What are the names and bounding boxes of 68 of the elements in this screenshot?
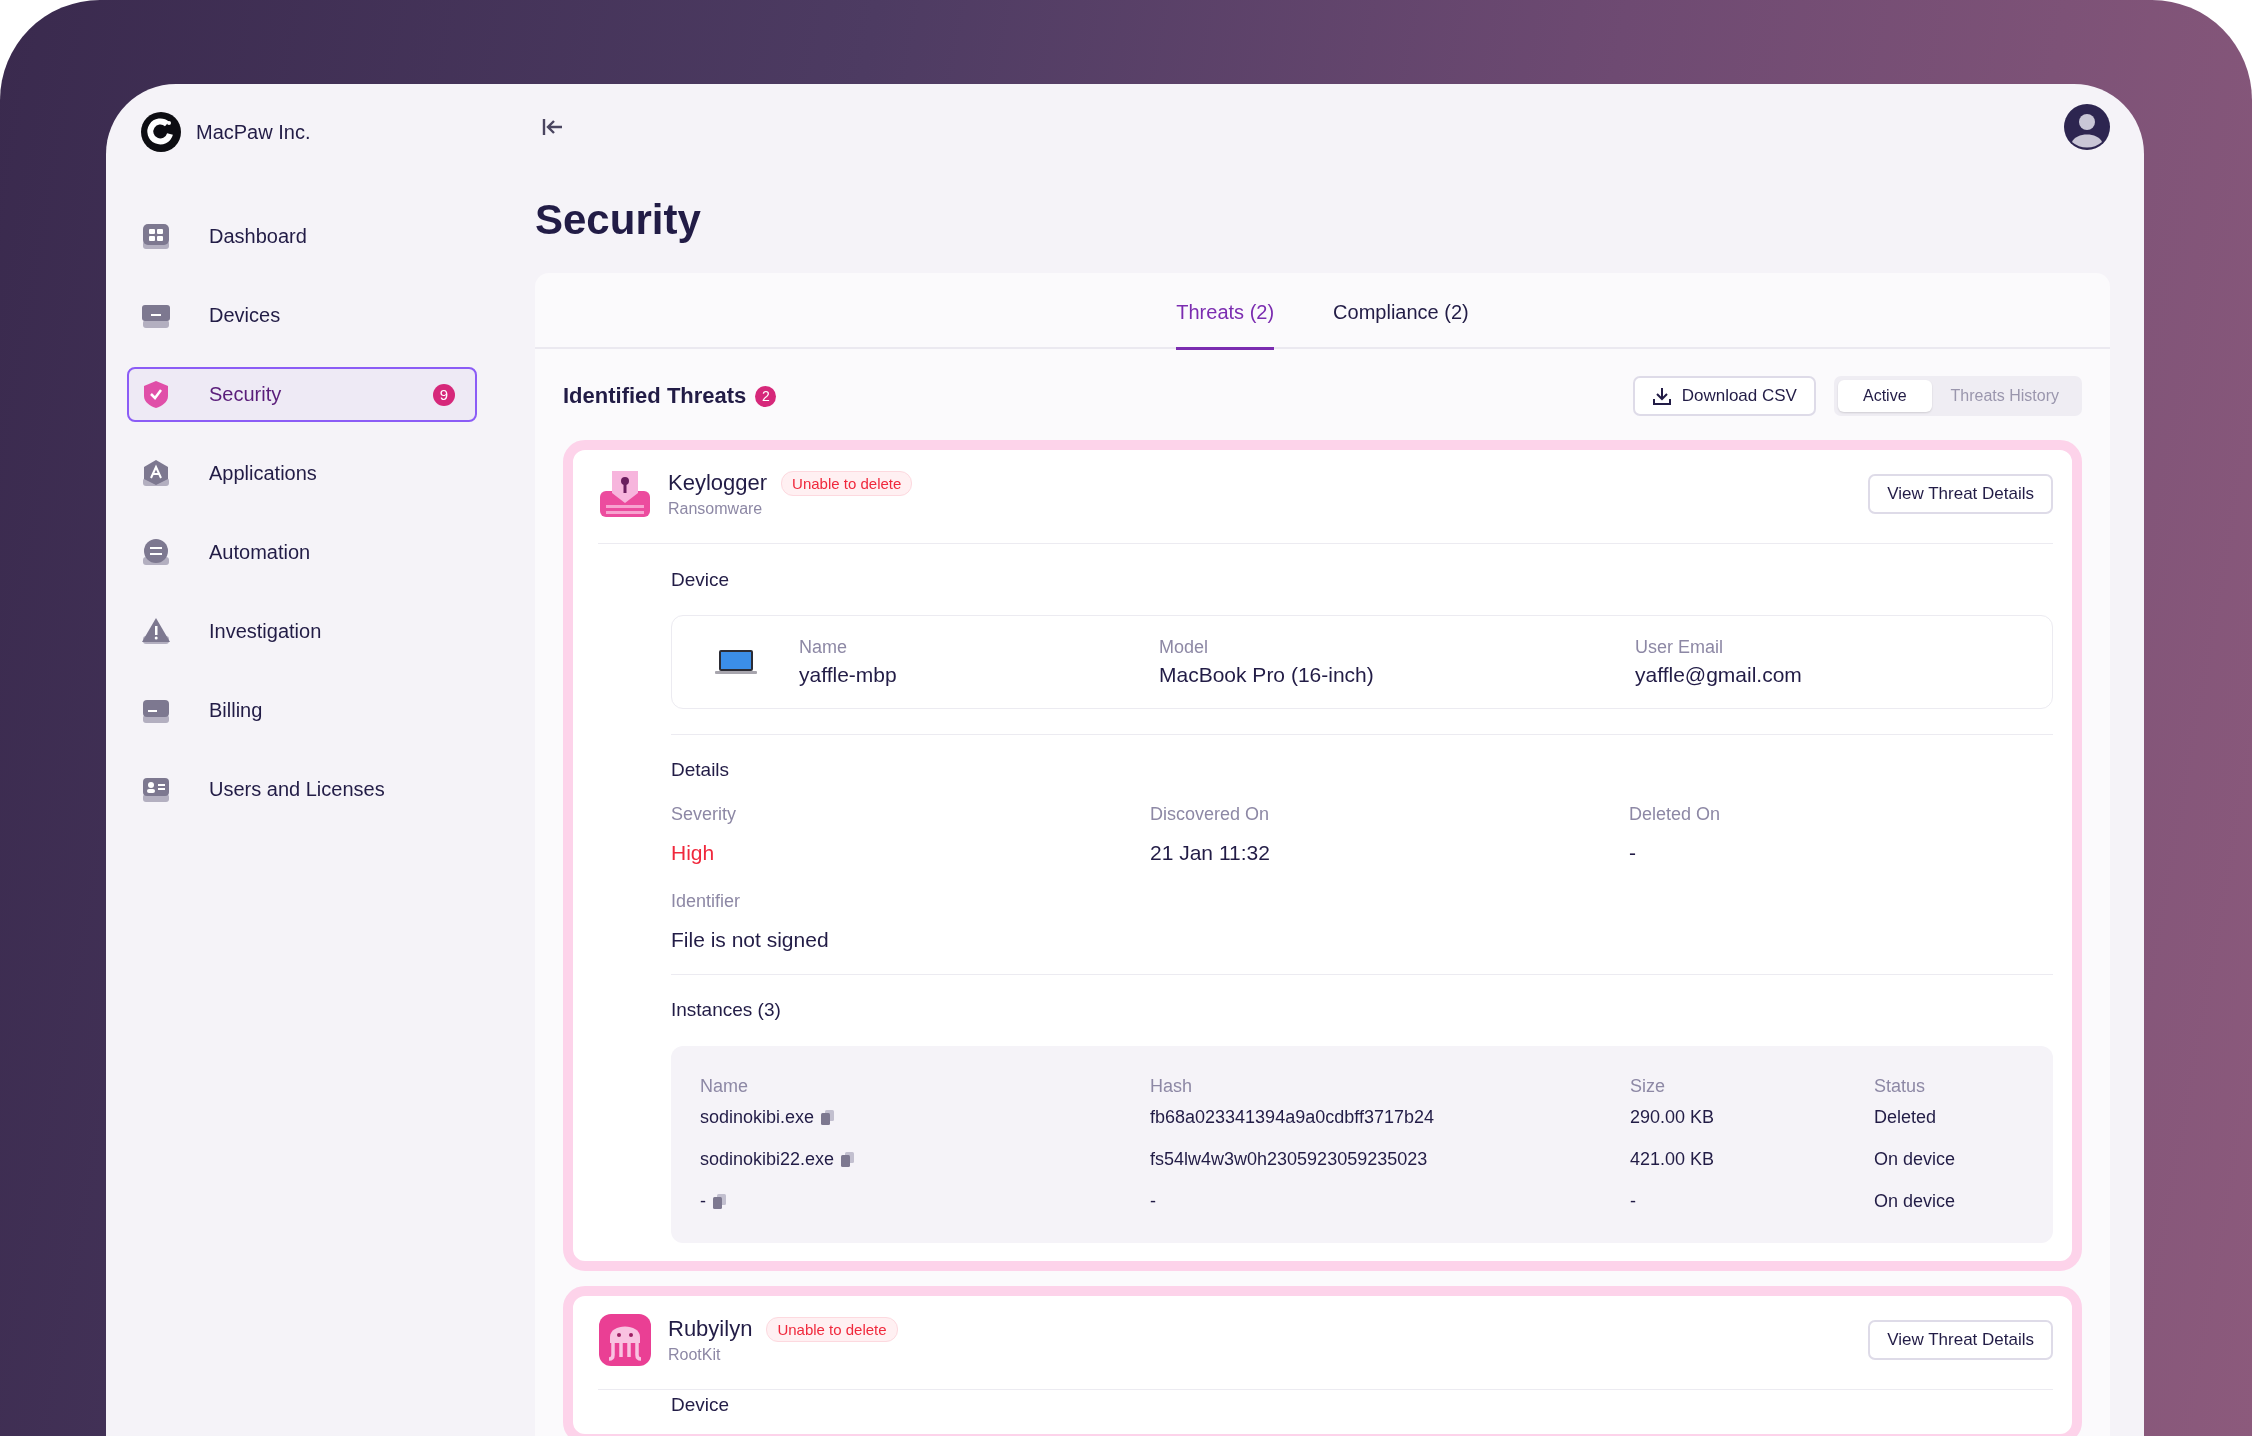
table-cell: sodinokibi.exe — [700, 1106, 815, 1128]
section-title: Identified Threats — [563, 383, 747, 409]
table-cell: - — [1150, 1190, 1156, 1212]
field-label: Deleted On — [1629, 803, 1722, 825]
octopus-icon — [598, 1313, 652, 1367]
field-value: High — [671, 840, 716, 866]
table-cell: - — [700, 1190, 706, 1212]
copy-icon[interactable] — [713, 1193, 726, 1209]
field-label: Identifier — [671, 890, 742, 912]
table-cell: Deleted — [1874, 1106, 1937, 1128]
table-cell: sodinokibi22.exe — [700, 1148, 835, 1170]
sidebar-item[interactable]: Devices — [127, 288, 477, 343]
sidebar-item[interactable]: Users and Licenses — [127, 762, 477, 817]
logo-icon — [141, 112, 181, 152]
table-cell: fs54lw4w3w0h2305923059235023 — [1150, 1148, 1428, 1170]
collapse-sidebar-icon[interactable] — [541, 116, 565, 138]
table-cell: fb68a023341394a9a0cdbff3717b24 — [1150, 1106, 1434, 1128]
table-cell: - — [1630, 1190, 1636, 1212]
page-title: Security — [535, 195, 702, 245]
column-header: Hash — [1150, 1076, 1194, 1096]
sidebar-item[interactable]: Security 9 — [127, 367, 477, 422]
table-cell: 290.00 KB — [1630, 1106, 1715, 1128]
section-label: Instances (3) — [671, 999, 782, 1021]
field-value: yaffle@gmail.com — [1635, 662, 1803, 688]
count-badge: 2 — [755, 385, 777, 407]
sidebar-item[interactable]: Billing — [127, 683, 477, 738]
section-label: Device — [671, 1394, 731, 1416]
table-cell: 421.00 KB — [1630, 1148, 1715, 1170]
field-value: - — [1629, 840, 1637, 866]
tab[interactable]: Compliance (2) — [1333, 273, 1469, 350]
section-label: Details — [671, 759, 731, 781]
field-value: File is not signed — [671, 927, 830, 953]
column-header: Status — [1874, 1076, 1927, 1096]
laptop-icon — [714, 649, 758, 675]
threat-category: Ransomware — [668, 500, 764, 518]
threat-name: Rubyilyn — [668, 1316, 753, 1342]
field-label: Severity — [671, 803, 738, 825]
avatar-icon[interactable] — [2064, 104, 2110, 150]
field-label: User Email — [1635, 636, 1724, 658]
sidebar-item[interactable]: Investigation — [127, 604, 477, 659]
field-value: MacBook Pro (16-inch) — [1159, 662, 1375, 688]
view-details-button[interactable]: View Threat Details — [1868, 1320, 2053, 1360]
column-header: Name — [700, 1076, 749, 1096]
threat-name: Keylogger — [668, 470, 768, 496]
sidebar-item[interactable]: Applications — [127, 446, 477, 501]
download-button[interactable]: Download CSV — [1632, 376, 1816, 416]
organization-name: MacPaw Inc. — [196, 120, 311, 144]
section-label: Device — [671, 569, 731, 591]
toggle-option[interactable]: Active — [1837, 380, 1932, 412]
table-cell: On device — [1874, 1190, 1956, 1212]
sidebar-item[interactable]: Dashboard — [127, 209, 477, 264]
field-label: Name — [799, 636, 848, 658]
field-label: Discovered On — [1150, 803, 1271, 825]
copy-icon[interactable] — [841, 1151, 855, 1167]
download-icon — [1651, 386, 1672, 406]
status-badge: Unable to delete — [781, 470, 913, 496]
table-cell: On device — [1874, 1148, 1956, 1170]
status-badge: Unable to delete — [766, 1316, 898, 1342]
column-header: Size — [1630, 1076, 1666, 1096]
field-value: 21 Jan 11:32 — [1150, 840, 1271, 866]
field-value: yaffle-mbp — [799, 662, 898, 688]
field-label: Model — [1159, 636, 1210, 658]
sidebar-item[interactable]: Automation — [127, 525, 477, 580]
copy-icon[interactable] — [821, 1109, 835, 1125]
count-badge: 9 — [433, 383, 455, 406]
view-details-button[interactable]: View Threat Details — [1868, 474, 2053, 514]
tab[interactable]: Threats (2) — [1176, 273, 1275, 350]
threat-category: RootKit — [668, 1346, 722, 1364]
